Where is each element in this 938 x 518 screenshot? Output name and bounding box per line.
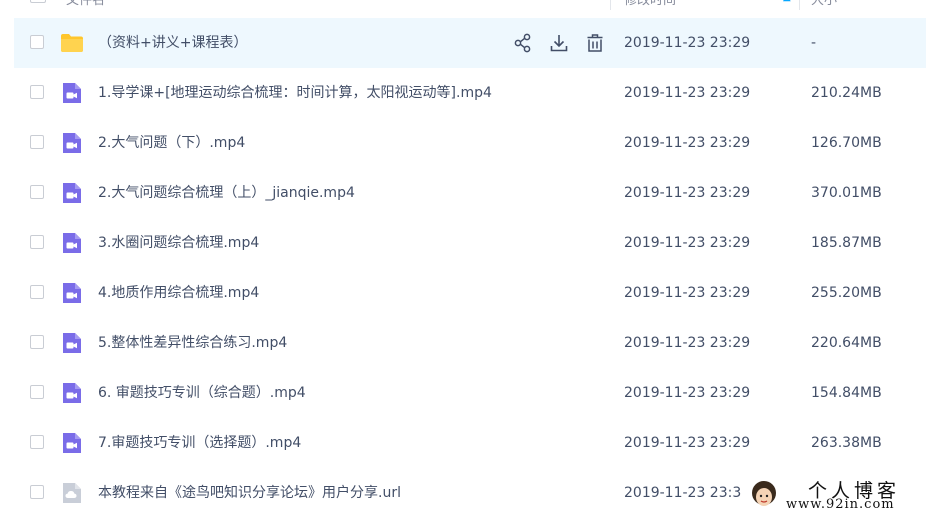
file-name[interactable]: 1.导学课+[地理运动综合梳理：时间计算，太阳视运动等].mp4 — [98, 68, 492, 118]
row-checkbox[interactable] — [30, 385, 44, 399]
column-divider — [799, 0, 800, 10]
file-list-header: 文件名 修改时间 ▲ 大小 — [14, 0, 926, 19]
file-name[interactable]: 3.水圈问题综合梳理.mp4 — [98, 218, 259, 268]
modified-time: 2019-11-23 23:29 — [624, 85, 751, 101]
file-name[interactable]: 2.大气问题（下）.mp4 — [98, 118, 245, 168]
row-checkbox[interactable] — [30, 185, 44, 199]
file-name[interactable]: 6. 审题技巧专训（综合题）.mp4 — [98, 368, 306, 418]
watermark-url: www.92in.com — [786, 497, 895, 512]
file-row[interactable]: 5.整体性差异性综合练习.mp4 2019-11-23 23:29 220.64MB — [14, 318, 926, 368]
file-size: 154.84MB — [811, 385, 882, 401]
folder-icon[interactable] — [60, 31, 84, 55]
cloud-link-icon[interactable] — [60, 481, 84, 505]
avatar-icon — [752, 481, 776, 506]
video-file-icon[interactable] — [60, 281, 84, 305]
file-name[interactable]: 7.审题技巧专训（选择题）.mp4 — [98, 418, 301, 468]
date-column-header[interactable]: 修改时间 — [624, 0, 676, 18]
file-row[interactable]: 1.导学课+[地理运动综合梳理：时间计算，太阳视运动等].mp4 2019-11-… — [14, 68, 926, 118]
modified-time: 2019-11-23 23:29 — [624, 285, 751, 301]
video-file-icon[interactable] — [60, 81, 84, 105]
file-name[interactable]: 5.整体性差异性综合练习.mp4 — [98, 318, 287, 368]
modified-time: 2019-11-23 23:29 — [624, 335, 751, 351]
row-checkbox[interactable] — [30, 435, 44, 449]
modified-time: 2019-11-23 23:3 — [624, 485, 742, 501]
video-file-icon[interactable] — [60, 431, 84, 455]
file-row[interactable]: 7.审题技巧专训（选择题）.mp4 2019-11-23 23:29 263.38M… — [14, 418, 926, 468]
file-size: 370.01MB — [811, 185, 882, 201]
file-row[interactable]: 4.地质作用综合梳理.mp4 2019-11-23 23:29 255.20MB — [14, 268, 926, 318]
row-checkbox[interactable] — [30, 335, 44, 349]
video-file-icon[interactable] — [60, 231, 84, 255]
file-size: 185.87MB — [811, 235, 882, 251]
file-name[interactable]: 本教程来自《途鸟吧知识分享论坛》用户分享.url — [98, 468, 401, 518]
row-checkbox[interactable] — [30, 485, 44, 499]
video-file-icon[interactable] — [60, 131, 84, 155]
modified-time: 2019-11-23 23:29 — [624, 235, 751, 251]
file-size: 210.24MB — [811, 85, 882, 101]
file-name[interactable]: （资料+讲义+课程表） — [98, 18, 247, 68]
file-name[interactable]: 2.大气问题综合梳理（上）_jianqie.mp4 — [98, 168, 355, 218]
modified-time: 2019-11-23 23:29 — [624, 435, 751, 451]
sort-arrow-icon[interactable]: ▲ — [783, 0, 791, 3]
file-size: 126.70MB — [811, 135, 882, 151]
file-size: 220.64MB — [811, 335, 882, 351]
file-row[interactable]: 3.水圈问题综合梳理.mp4 2019-11-23 23:29 185.87MB — [14, 218, 926, 268]
watermark: 个人博客 www.92in.com — [744, 474, 938, 518]
name-column-header[interactable]: 文件名 — [66, 0, 105, 18]
file-row[interactable]: 6. 审题技巧专训（综合题）.mp4 2019-11-23 23:29 154.84… — [14, 368, 926, 418]
modified-time: 2019-11-23 23:29 — [624, 385, 751, 401]
video-file-icon[interactable] — [60, 331, 84, 355]
select-all-checkbox[interactable] — [30, 0, 46, 3]
share-icon[interactable] — [512, 32, 534, 54]
delete-icon[interactable] — [584, 32, 606, 54]
row-checkbox[interactable] — [30, 35, 44, 49]
modified-time: 2019-11-23 23:29 — [624, 185, 751, 201]
file-row[interactable]: 2.大气问题（下）.mp4 2019-11-23 23:29 126.70MB — [14, 118, 926, 168]
row-checkbox[interactable] — [30, 85, 44, 99]
video-file-icon[interactable] — [60, 181, 84, 205]
file-size: 255.20MB — [811, 285, 882, 301]
row-checkbox[interactable] — [30, 285, 44, 299]
row-checkbox[interactable] — [30, 235, 44, 249]
modified-time: 2019-11-23 23:29 — [624, 35, 751, 51]
file-name[interactable]: 4.地质作用综合梳理.mp4 — [98, 268, 259, 318]
download-icon[interactable] — [548, 32, 570, 54]
size-column-header[interactable]: 大小 — [811, 0, 837, 18]
column-divider — [610, 0, 611, 10]
file-row[interactable]: （资料+讲义+课程表） 2019-11-23 23:29 - — [14, 18, 926, 68]
modified-time: 2019-11-23 23:29 — [624, 135, 751, 151]
file-size: 263.38MB — [811, 435, 882, 451]
file-size: - — [811, 35, 817, 51]
file-row[interactable]: 2.大气问题综合梳理（上）_jianqie.mp4 2019-11-23 23:2… — [14, 168, 926, 218]
row-checkbox[interactable] — [30, 135, 44, 149]
video-file-icon[interactable] — [60, 381, 84, 405]
